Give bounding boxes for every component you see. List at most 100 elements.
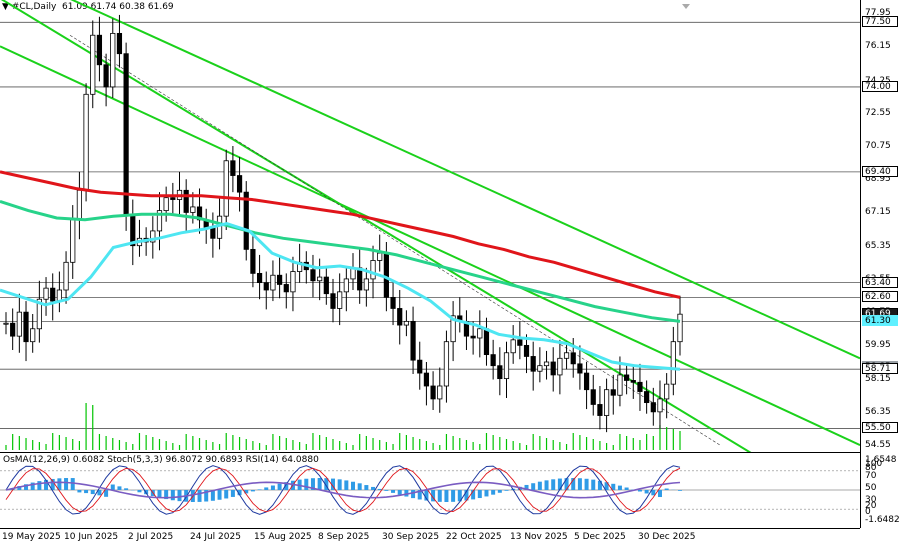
price-level-badge: 77.50 [862, 16, 898, 27]
candle-body [578, 364, 582, 373]
osma-histogram-bar [71, 478, 75, 490]
price-chart[interactable] [0, 0, 860, 452]
candle-body [30, 329, 34, 342]
osma-histogram-bar [451, 490, 455, 502]
osc-tick-label: -1.6482 [865, 515, 900, 525]
osma-histogram-bar [491, 490, 495, 495]
candle-body [277, 275, 281, 284]
osma-histogram-bar [578, 478, 582, 490]
candle-body [651, 403, 655, 412]
price-scale[interactable]: 77.9576.1574.2572.5570.7568.9567.1565.35… [860, 0, 900, 528]
candle-body [484, 329, 488, 355]
candle-body [10, 323, 14, 336]
osma-histogram-bar [364, 485, 368, 490]
price-tick-label: 70.75 [865, 141, 891, 151]
candle-body [624, 375, 628, 381]
osma-histogram-bar [278, 484, 282, 490]
candle-body [664, 384, 668, 399]
time-tick-label: 30 Sep 2025 [382, 532, 439, 542]
candle-body [264, 283, 268, 290]
osma-histogram-bar [398, 490, 402, 495]
time-tick-label: 30 Dec 2025 [638, 532, 696, 542]
price-level-badge: 69.40 [862, 166, 898, 177]
candle-body [611, 390, 615, 396]
osma-histogram-bar [444, 490, 448, 502]
osma-histogram-bar [551, 479, 555, 490]
osma-histogram-bar [504, 490, 508, 491]
candle-body [591, 390, 595, 405]
osma-histogram-bar [218, 490, 222, 500]
price-level-badge: 61.30 [862, 315, 898, 326]
candle-body [84, 94, 88, 190]
candle-body [391, 297, 395, 308]
candle-body [257, 273, 261, 282]
candle-body [111, 33, 115, 87]
osma-histogram-bar [618, 486, 622, 490]
osma-histogram-bar [638, 490, 642, 492]
price-tick-label: 76.15 [865, 41, 891, 51]
osma-histogram-bar [391, 490, 395, 493]
candle-body [638, 382, 642, 391]
price-level-badge: 55.50 [862, 422, 898, 433]
candle-body [344, 279, 348, 292]
candle-body [17, 312, 21, 336]
candle-body [357, 268, 361, 290]
price-tick-label: 56.35 [865, 407, 891, 417]
osma-histogram-bar [111, 485, 115, 490]
candle-body [237, 176, 241, 193]
osma-histogram-bar [64, 478, 68, 490]
osma-histogram-bar [338, 479, 342, 490]
osc-tick-label: 50 [865, 483, 876, 493]
osma-histogram-bar [378, 489, 382, 490]
price-level-badge: 62.60 [862, 291, 898, 302]
time-tick-label: 2 Jul 2025 [128, 532, 173, 542]
time-tick-label: 5 Dec 2025 [574, 532, 626, 542]
candle-body [104, 65, 108, 87]
candle-body [658, 399, 662, 412]
candle-body [191, 207, 195, 213]
candle-body [117, 33, 121, 53]
candle-body [337, 292, 341, 309]
scroll-marker-icon [682, 4, 690, 9]
candle-body [584, 373, 588, 390]
osma-histogram-bar [531, 483, 535, 490]
price-level-badge: 58.71 [862, 363, 898, 374]
time-tick-label: 19 May 2025 [2, 532, 61, 542]
osma-histogram-bar [585, 479, 589, 490]
candle-body [251, 249, 255, 273]
candle-body [291, 272, 295, 292]
osma-histogram-bar [137, 490, 141, 492]
osma-histogram-bar [545, 480, 549, 490]
time-tick-label: 8 Sep 2025 [318, 532, 369, 542]
candle-body [471, 336, 475, 338]
candle-body [564, 353, 568, 359]
osma-histogram-bar [91, 490, 95, 494]
candle-body [644, 392, 648, 403]
price-tick-label: 65.35 [865, 241, 891, 251]
price-level-badge: 63.40 [862, 277, 898, 288]
price-level-badge: 74.00 [862, 81, 898, 92]
candle-body [444, 342, 448, 386]
price-tick-label: 59.95 [865, 340, 891, 350]
osma-histogram-bar [358, 483, 362, 490]
candle-body [64, 262, 68, 290]
candle-body [504, 353, 508, 379]
osma-histogram-bar [651, 490, 655, 495]
candle-body [71, 220, 75, 262]
time-tick-label: 13 Nov 2025 [510, 532, 568, 542]
candle-body [171, 198, 175, 200]
osma-histogram-bar [84, 490, 88, 493]
candle-body [551, 362, 555, 375]
candle-body [211, 227, 215, 238]
candle-body [511, 340, 515, 353]
channel-trendline [0, 0, 860, 358]
price-tick-label: 58.15 [865, 374, 891, 384]
osma-histogram-bar [558, 479, 562, 490]
osma-histogram-bar [625, 488, 629, 490]
candle-body [404, 321, 408, 325]
candle-body [438, 386, 442, 399]
time-scale[interactable]: 19 May 202510 Jun 20252 Jul 202524 Jul 2… [0, 528, 860, 548]
price-tick-label: 72.55 [865, 108, 891, 118]
candle-body [284, 284, 288, 291]
candle-body [618, 375, 622, 395]
